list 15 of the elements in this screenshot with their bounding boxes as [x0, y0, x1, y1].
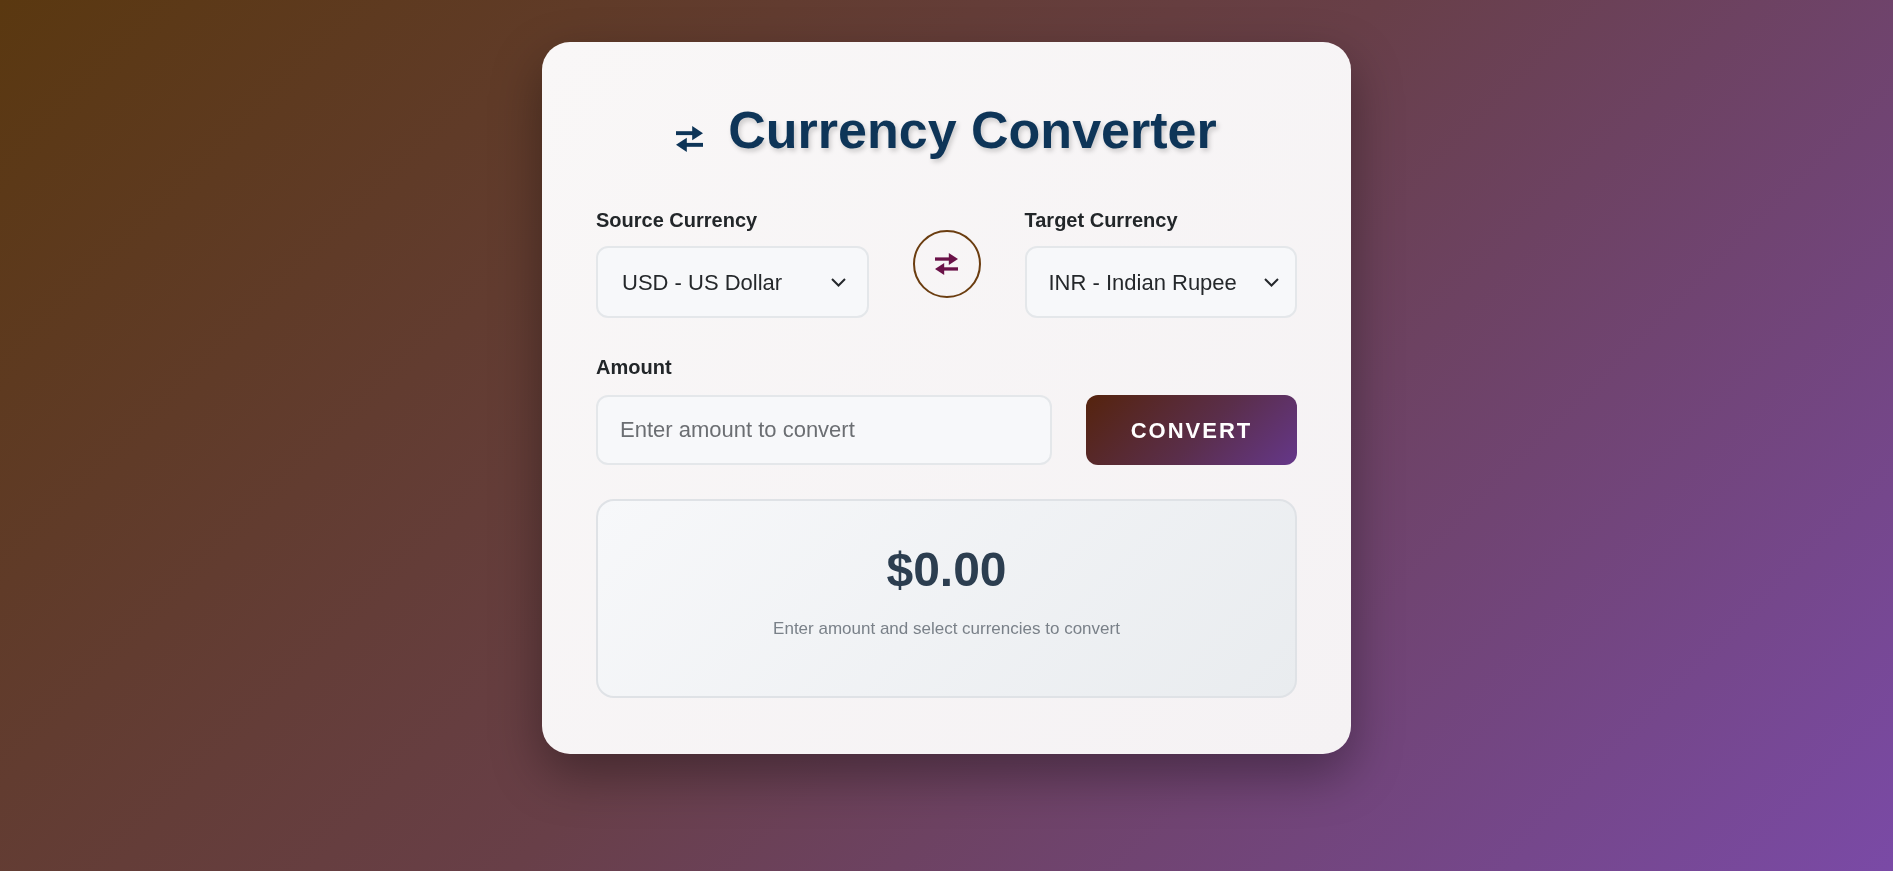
swap-button[interactable] [912, 229, 981, 298]
target-currency-label: Target Currency [1024, 209, 1179, 232]
swap-icon [676, 125, 704, 152]
source-currency-select[interactable]: USD - US Dollar [596, 246, 869, 319]
chevron-down-icon [1264, 277, 1279, 287]
amount-input[interactable]: Enter amount to convert [596, 395, 1052, 466]
swap-icon [935, 252, 958, 275]
result-amount: $0.00 [886, 542, 1007, 599]
target-currency-select[interactable]: INR - Indian Rupee [1024, 246, 1297, 319]
convert-button[interactable]: CONVERT [1086, 395, 1297, 466]
app-title: Currency Converter [728, 103, 1217, 159]
chevron-down-icon [830, 277, 846, 287]
source-currency-label: Source Currency [596, 209, 759, 232]
amount-label: Amount [596, 356, 673, 379]
result-message: Enter amount and select currencies to convert [773, 618, 1120, 641]
